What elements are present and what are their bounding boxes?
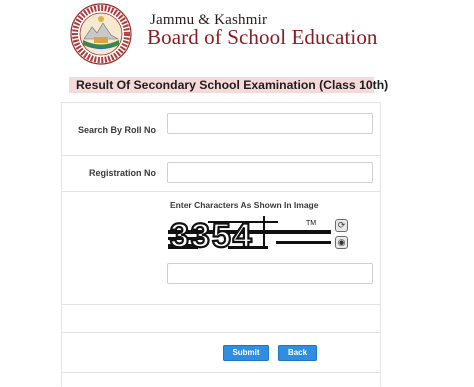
row-divider bbox=[61, 191, 380, 192]
row-divider bbox=[61, 332, 380, 333]
registration-number-input[interactable] bbox=[167, 162, 373, 183]
back-button[interactable]: Back bbox=[278, 345, 317, 361]
captcha-label: Enter Characters As Shown In Image bbox=[170, 200, 319, 210]
table-border-left bbox=[61, 102, 62, 386]
refresh-icon[interactable]: ⟳ bbox=[335, 219, 348, 232]
page-title: Result Of Secondary School Examination (… bbox=[76, 78, 389, 92]
submit-button[interactable]: Submit bbox=[223, 345, 269, 361]
row-divider bbox=[61, 155, 380, 156]
captcha-text: 3354 bbox=[170, 217, 254, 249]
row-divider bbox=[61, 102, 380, 103]
table-border-right bbox=[380, 102, 381, 386]
result-page: Jammu & Kashmir Board of School Educatio… bbox=[0, 0, 474, 387]
roll-number-label: Search By Roll No bbox=[78, 125, 157, 135]
captcha-input[interactable] bbox=[167, 263, 373, 284]
captcha-image: 3354 TM bbox=[168, 216, 331, 249]
row-divider bbox=[61, 304, 380, 305]
svg-text:TM: TM bbox=[306, 220, 316, 227]
row-divider bbox=[61, 372, 380, 373]
audio-icon[interactable]: ◉ bbox=[335, 236, 348, 249]
registration-label: Registration No bbox=[89, 168, 157, 178]
roll-number-input[interactable] bbox=[167, 113, 373, 134]
jkbose-logo bbox=[70, 3, 132, 65]
org-title: Board of School Education bbox=[147, 25, 378, 49]
